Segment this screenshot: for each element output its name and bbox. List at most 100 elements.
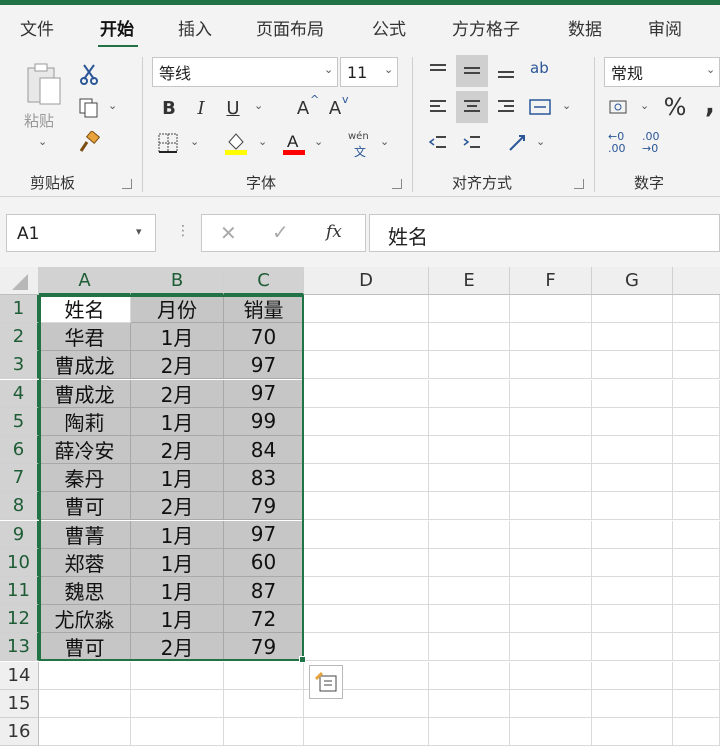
copy-icon[interactable]	[76, 95, 102, 121]
decrease-indent-icon[interactable]	[424, 129, 452, 157]
header-cell[interactable]: 销量	[224, 295, 304, 323]
cell[interactable]	[592, 718, 673, 746]
cell[interactable]: 99	[224, 407, 304, 436]
cell[interactable]: 1月	[131, 407, 224, 436]
cell[interactable]	[429, 633, 510, 662]
quick-analysis-button[interactable]	[309, 665, 343, 699]
cell[interactable]	[304, 633, 429, 662]
cell[interactable]	[429, 718, 510, 746]
percent-button[interactable]: %	[660, 93, 690, 121]
cell[interactable]	[673, 436, 720, 464]
cell[interactable]	[429, 689, 510, 718]
number-format-chevron-icon[interactable]: ⌄	[706, 63, 715, 76]
cell[interactable]	[592, 436, 673, 464]
cell[interactable]	[131, 689, 224, 718]
cell[interactable]: 曹可	[39, 633, 131, 662]
column-header-g[interactable]: G	[592, 267, 673, 295]
cell[interactable]	[592, 464, 673, 493]
row-header[interactable]: 2	[0, 323, 39, 352]
cell[interactable]	[224, 661, 304, 690]
row-header[interactable]: 15	[0, 689, 39, 718]
cell[interactable]	[592, 407, 673, 436]
cell[interactable]	[510, 605, 592, 634]
font-name-chevron-icon[interactable]: ⌄	[324, 63, 333, 76]
insert-function-button[interactable]: fx	[326, 222, 342, 242]
row-header[interactable]: 5	[0, 407, 39, 436]
row-header[interactable]: 3	[0, 351, 39, 380]
cell[interactable]	[304, 492, 429, 521]
select-all-corner[interactable]	[0, 267, 39, 295]
cell[interactable]	[673, 520, 720, 549]
name-box[interactable]: A1	[6, 214, 156, 252]
cell[interactable]: 曹成龙	[39, 379, 131, 408]
bold-button[interactable]: B	[158, 95, 180, 121]
cell[interactable]	[429, 464, 510, 493]
orientation-icon[interactable]	[504, 129, 532, 157]
cell[interactable]	[592, 520, 673, 549]
cell[interactable]: 曹成龙	[39, 351, 131, 380]
alignment-launcher-icon[interactable]	[574, 179, 584, 189]
column-header-e[interactable]: E	[429, 267, 510, 295]
tab-data[interactable]: 数据	[568, 15, 602, 40]
cell[interactable]: 97	[224, 379, 304, 408]
cell[interactable]: 魏思	[39, 577, 131, 605]
cell[interactable]	[592, 492, 673, 521]
font-name-select[interactable]: 等线	[152, 57, 338, 87]
cell[interactable]	[510, 379, 592, 408]
cell[interactable]	[39, 718, 131, 746]
cell[interactable]	[673, 492, 720, 521]
row-header[interactable]: 16	[0, 718, 39, 746]
cell[interactable]	[510, 351, 592, 380]
clipboard-launcher-icon[interactable]	[122, 179, 132, 189]
cell[interactable]: 薛冷安	[39, 436, 131, 464]
cell[interactable]	[673, 379, 720, 408]
increase-decimal-button[interactable]: ←0.00	[608, 131, 626, 155]
cell[interactable]: 1月	[131, 323, 224, 352]
align-right-icon[interactable]	[492, 93, 520, 121]
cell[interactable]	[510, 661, 592, 690]
tab-file[interactable]: 文件	[20, 15, 54, 40]
cell[interactable]	[673, 548, 720, 577]
row-header[interactable]: 10	[0, 548, 39, 577]
cell[interactable]: 83	[224, 464, 304, 493]
cell[interactable]	[510, 689, 592, 718]
cell[interactable]	[592, 379, 673, 408]
accounting-format-icon[interactable]	[606, 93, 634, 121]
cell[interactable]: 2月	[131, 351, 224, 380]
row-header[interactable]: 12	[0, 605, 39, 634]
cell[interactable]: 曹可	[39, 492, 131, 521]
cell[interactable]: 97	[224, 520, 304, 549]
cell[interactable]	[510, 464, 592, 493]
cell[interactable]	[510, 520, 592, 549]
cell[interactable]	[429, 351, 510, 380]
merge-center-icon[interactable]	[526, 93, 554, 121]
cell[interactable]	[304, 323, 429, 352]
cell[interactable]: 1月	[131, 464, 224, 493]
cell[interactable]	[429, 605, 510, 634]
row-header[interactable]: 8	[0, 492, 39, 521]
cell[interactable]	[304, 464, 429, 493]
cell[interactable]	[429, 407, 510, 436]
cancel-icon[interactable]: ✕	[220, 221, 237, 245]
cell[interactable]	[304, 577, 429, 605]
cell[interactable]: 1月	[131, 548, 224, 577]
cell[interactable]	[429, 295, 510, 323]
font-launcher-icon[interactable]	[392, 179, 402, 189]
border-chevron-icon[interactable]: ⌄	[190, 135, 199, 148]
format-painter-icon[interactable]	[76, 129, 102, 155]
cell[interactable]: 1月	[131, 577, 224, 605]
cell[interactable]	[510, 548, 592, 577]
cell[interactable]	[304, 436, 429, 464]
cell[interactable]: 曹菁	[39, 520, 131, 549]
row-header[interactable]: 11	[0, 577, 39, 605]
header-cell[interactable]: 姓名	[39, 295, 131, 323]
phonetic-chevron-icon[interactable]: ⌄	[380, 135, 389, 148]
cell[interactable]	[39, 689, 131, 718]
cell[interactable]	[429, 577, 510, 605]
paste-label[interactable]: 粘贴	[24, 110, 54, 131]
cell[interactable]: 2月	[131, 492, 224, 521]
cell[interactable]	[673, 464, 720, 493]
cell[interactable]	[592, 351, 673, 380]
orientation-chevron-icon[interactable]: ⌄	[536, 135, 545, 148]
cell[interactable]	[304, 379, 429, 408]
